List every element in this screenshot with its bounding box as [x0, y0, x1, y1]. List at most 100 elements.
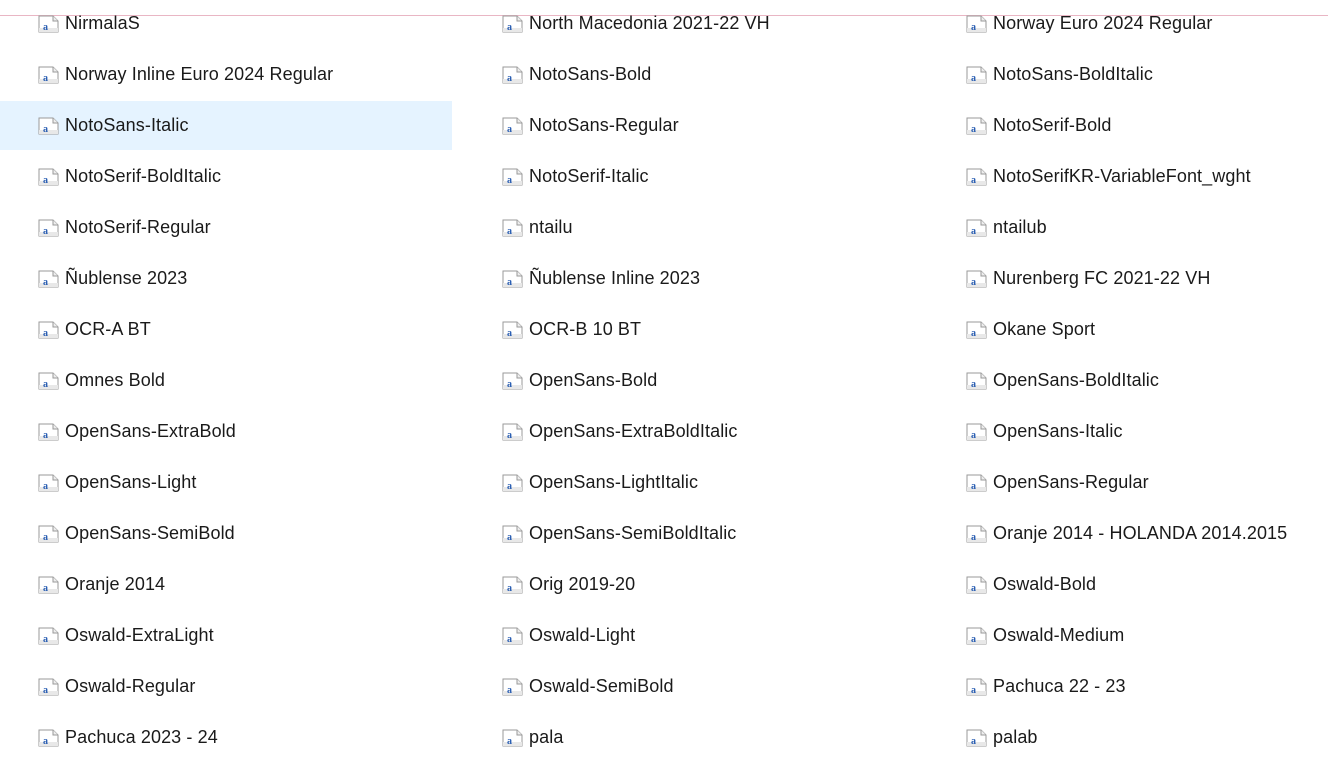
- file-item[interactable]: a palab: [928, 713, 1328, 762]
- file-item[interactable]: a NirmalaS: [0, 0, 452, 48]
- file-item[interactable]: a Oswald-Bold: [928, 560, 1328, 609]
- file-item[interactable]: a OCR-B 10 BT: [464, 305, 916, 354]
- file-item[interactable]: a NotoSans-Regular: [464, 101, 916, 150]
- file-item[interactable]: a NotoSerif-Italic: [464, 152, 916, 201]
- file-item[interactable]: a Norway Euro 2024 Regular: [928, 0, 1328, 48]
- file-item[interactable]: a Oswald-Medium: [928, 611, 1328, 660]
- file-list-view: a NirmalaS a North Macedonia 2021-22 VH a Nor…: [0, 0, 1328, 763]
- file-name-label: Oswald-Regular: [65, 676, 196, 696]
- svg-text:a: a: [43, 277, 48, 288]
- svg-text:a: a: [43, 73, 48, 84]
- file-item[interactable]: a OpenSans-LightItalic: [464, 458, 916, 507]
- file-item[interactable]: a OpenSans-Light: [0, 458, 452, 507]
- file-item[interactable]: a NotoSerifKR-VariableFont_wght: [928, 152, 1328, 201]
- file-name-label: OCR-A BT: [65, 319, 151, 339]
- file-name-label: NotoSerifKR-VariableFont_wght: [993, 166, 1251, 186]
- font-file-icon: a: [966, 627, 987, 645]
- file-item[interactable]: a NotoSans-Bold: [464, 50, 916, 99]
- file-item[interactable]: a Pachuca 2023 - 24: [0, 713, 452, 762]
- file-item[interactable]: a Oswald-ExtraLight: [0, 611, 452, 660]
- file-item[interactable]: a OpenSans-SemiBoldItalic: [464, 509, 916, 558]
- file-item[interactable]: a Oswald-SemiBold: [464, 662, 916, 711]
- svg-text:a: a: [507, 736, 512, 747]
- font-file-icon: a: [502, 168, 523, 186]
- file-item[interactable]: a NotoSerif-Bold: [928, 101, 1328, 150]
- file-item[interactable]: a Oswald-Regular: [0, 662, 452, 711]
- file-item[interactable]: a NotoSerif-BoldItalic: [0, 152, 452, 201]
- svg-text:a: a: [971, 481, 976, 492]
- svg-text:a: a: [43, 685, 48, 696]
- svg-text:a: a: [507, 379, 512, 390]
- svg-text:a: a: [507, 277, 512, 288]
- svg-text:a: a: [507, 22, 512, 33]
- file-name-label: Ñublense Inline 2023: [529, 268, 701, 288]
- file-name-label: NotoSerif-Italic: [529, 166, 649, 186]
- font-file-icon: a: [38, 627, 59, 645]
- file-item[interactable]: a OCR-A BT: [0, 305, 452, 354]
- svg-text:a: a: [971, 379, 976, 390]
- file-item[interactable]: a NotoSerif-Regular: [0, 203, 452, 252]
- file-item[interactable]: a NotoSans-Italic: [0, 101, 452, 150]
- font-file-icon: a: [966, 168, 987, 186]
- file-name-label: Oswald-ExtraLight: [65, 625, 214, 645]
- file-item[interactable]: a ntailu: [464, 203, 916, 252]
- file-name-label: OpenSans-ExtraBold: [65, 421, 236, 441]
- file-name-label: OCR-B 10 BT: [529, 319, 642, 339]
- font-file-icon: a: [38, 525, 59, 543]
- font-file-icon: a: [38, 729, 59, 747]
- file-item[interactable]: a Oranje 2014 - HOLANDA 2014.2015: [928, 509, 1328, 558]
- svg-text:a: a: [507, 481, 512, 492]
- file-item[interactable]: a OpenSans-BoldItalic: [928, 356, 1328, 405]
- file-name-label: OpenSans-Bold: [529, 370, 658, 390]
- file-name-label: Pachuca 2023 - 24: [65, 727, 218, 747]
- font-file-icon: a: [966, 66, 987, 84]
- svg-text:a: a: [507, 583, 512, 594]
- svg-text:a: a: [43, 124, 48, 135]
- file-item[interactable]: a Ñublense Inline 2023: [464, 254, 916, 303]
- font-file-icon: a: [502, 627, 523, 645]
- file-item[interactable]: a OpenSans-Bold: [464, 356, 916, 405]
- font-file-icon: a: [38, 474, 59, 492]
- file-item[interactable]: a OpenSans-Regular: [928, 458, 1328, 507]
- file-name-label: Oswald-Light: [529, 625, 636, 645]
- svg-text:a: a: [43, 175, 48, 186]
- font-file-icon: a: [38, 270, 59, 288]
- file-item[interactable]: a Norway Inline Euro 2024 Regular: [0, 50, 452, 99]
- file-item[interactable]: a Okane Sport: [928, 305, 1328, 354]
- file-item[interactable]: a Omnes Bold: [0, 356, 452, 405]
- file-name-label: Okane Sport: [993, 319, 1096, 339]
- file-name-label: Oswald-SemiBold: [529, 676, 674, 696]
- file-item[interactable]: a Oswald-Light: [464, 611, 916, 660]
- font-file-icon: a: [966, 678, 987, 696]
- font-file-icon: a: [502, 474, 523, 492]
- file-item[interactable]: a NotoSans-BoldItalic: [928, 50, 1328, 99]
- file-item[interactable]: a Ñublense 2023: [0, 254, 452, 303]
- svg-text:a: a: [43, 532, 48, 543]
- file-name-label: Oswald-Medium: [993, 625, 1125, 645]
- file-item[interactable]: a Oranje 2014: [0, 560, 452, 609]
- file-item[interactable]: a OpenSans-SemiBold: [0, 509, 452, 558]
- file-name-label: ntailub: [993, 217, 1047, 237]
- file-item[interactable]: a Orig 2019-20: [464, 560, 916, 609]
- font-file-icon: a: [38, 678, 59, 696]
- svg-text:a: a: [971, 175, 976, 186]
- font-file-icon: a: [966, 423, 987, 441]
- svg-text:a: a: [507, 226, 512, 237]
- font-file-icon: a: [502, 372, 523, 390]
- svg-text:a: a: [43, 583, 48, 594]
- file-item[interactable]: a OpenSans-ExtraBold: [0, 407, 452, 456]
- file-item[interactable]: a OpenSans-Italic: [928, 407, 1328, 456]
- file-item[interactable]: a Pachuca 22 - 23: [928, 662, 1328, 711]
- file-item[interactable]: a OpenSans-ExtraBoldItalic: [464, 407, 916, 456]
- font-file-icon: a: [966, 270, 987, 288]
- file-item[interactable]: a ntailub: [928, 203, 1328, 252]
- font-file-icon: a: [502, 525, 523, 543]
- file-item[interactable]: a North Macedonia 2021-22 VH: [464, 0, 916, 48]
- file-name-label: pala: [529, 727, 564, 747]
- font-file-icon: a: [502, 66, 523, 84]
- svg-text:a: a: [507, 430, 512, 441]
- file-item[interactable]: a pala: [464, 713, 916, 762]
- font-file-icon: a: [38, 321, 59, 339]
- file-item[interactable]: a Nurenberg FC 2021-22 VH: [928, 254, 1328, 303]
- font-file-icon: a: [502, 15, 523, 33]
